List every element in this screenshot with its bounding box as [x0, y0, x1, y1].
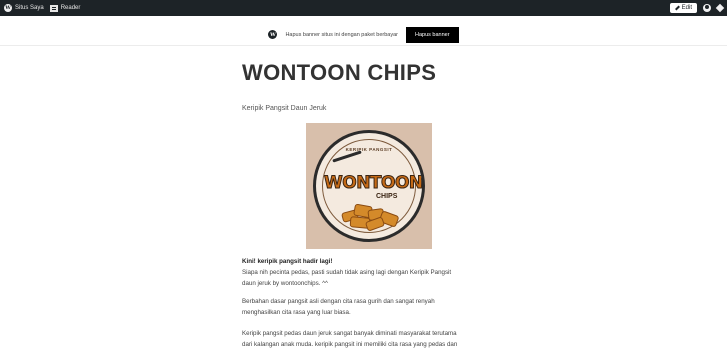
pencil-icon — [674, 5, 680, 11]
description-line-1: Berbahan dasar pangsit asli dengan cita … — [242, 298, 435, 305]
wordpress-logo-icon: W — [268, 30, 278, 39]
description-line-2: menghasilkan cita rasa yang luar biasa. — [242, 309, 351, 316]
upgrade-banner: W Hapus banner situs ini dengan paket be… — [0, 24, 727, 46]
reader-label: Reader — [60, 5, 81, 11]
intro-line-1: Siapa nih pecinta pedas, pasti sudah tid… — [242, 269, 452, 276]
logo-badge: KERIPIK PANGSIT WONTOON CHIPS — [313, 130, 425, 242]
logo-wordmark: WONTOON — [324, 173, 423, 194]
logo-subtext: CHIPS — [376, 193, 398, 200]
my-site-label: Situs Saya — [15, 5, 44, 11]
admin-bar: W Situs Saya Reader Edit — [0, 0, 727, 16]
intro-line-2: daun jeruk by wontoonchips. ^^ — [242, 280, 328, 287]
reader-icon — [49, 4, 58, 12]
avatar-icon[interactable] — [703, 4, 711, 12]
admin-bar-left: W Situs Saya Reader — [4, 4, 80, 12]
paragraph-description: Berbahan dasar pangsit asli dengan cita … — [242, 296, 492, 318]
banner-text: Hapus banner situs ini dengan paket berb… — [285, 31, 398, 38]
paragraph-popularity: Keripik pangsit pedas daun jeruk sangat … — [242, 328, 492, 350]
popularity-line-2: dari kalangan anak muda. keripik pangsit… — [242, 341, 458, 348]
product-logo-image: KERIPIK PANGSIT WONTOON CHIPS — [306, 123, 432, 249]
paragraph-intro: Kini! keripik pangsit hadir lagi! Siapa … — [242, 256, 492, 289]
edit-label: Edit — [681, 5, 692, 11]
remove-banner-button[interactable]: Hapus banner — [405, 26, 459, 43]
page-title: WONTOON CHIPS — [242, 60, 437, 85]
wordpress-logo-icon: W — [4, 4, 12, 12]
chips-illustration — [340, 201, 402, 232]
notifications-icon[interactable] — [715, 3, 725, 13]
logo-arc-text: KERIPIK PANGSIT — [345, 147, 393, 152]
edit-button[interactable]: Edit — [669, 3, 697, 13]
my-site-menu[interactable]: W Situs Saya — [4, 4, 44, 12]
admin-bar-right: Edit — [669, 3, 725, 13]
popularity-line-1: Keripik pangsit pedas daun jeruk sangat … — [242, 330, 457, 337]
reader-menu[interactable]: Reader — [49, 4, 81, 12]
page-subtitle: Keripik Pangsit Daun Jeruk — [242, 105, 327, 112]
intro-heading: Kini! keripik pangsit hadir lagi! — [242, 258, 333, 265]
